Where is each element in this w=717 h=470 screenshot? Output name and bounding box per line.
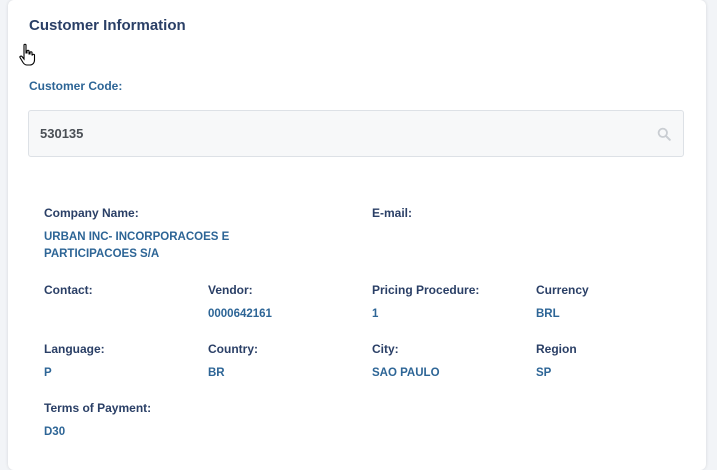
company-name-value: URBAN INC- INCORPORACOES E PARTICIPACOES… [44,229,229,263]
terms-of-payment-label: Terms of Payment: [44,401,152,415]
email-label: E-mail: [372,206,413,220]
customer-information-card: Customer Information Customer Code: Comp… [8,0,706,470]
contact-field: Contact: [44,283,93,306]
region-label: Region [536,342,577,356]
city-label: City: [372,342,399,356]
pricing-procedure-value: 1 [372,308,379,320]
currency-field: Currency BRL [536,283,589,323]
country-value: BR [208,367,225,379]
region-value: SP [536,367,552,379]
country-label: Country: [208,342,258,356]
region-field: Region SP [536,342,577,382]
pricing-procedure-label: Pricing Procedure: [372,283,480,297]
vendor-label: Vendor: [208,283,253,297]
terms-of-payment-field: Terms of Payment: D30 [44,401,151,441]
company-name-label: Company Name: [44,206,139,220]
customer-code-search-field[interactable] [28,110,684,157]
search-icon[interactable] [657,127,671,141]
city-field: City: SAO PAULO [372,342,440,382]
language-label: Language: [44,342,105,356]
vendor-value: 0000642161 [208,308,272,320]
hand-cursor-icon [19,43,36,66]
company-name-value-line1: URBAN INC- INCORPORACOES E [44,231,230,243]
customer-code-input[interactable] [29,111,683,156]
customer-code-label: Customer Code: [29,79,123,93]
city-value: SAO PAULO [372,367,440,379]
language-value: P [44,367,52,379]
card-title: Customer Information [29,17,186,34]
terms-of-payment-value: D30 [44,426,66,438]
currency-label: Currency [536,283,589,297]
contact-label: Contact: [44,283,93,297]
vendor-field: Vendor: 0000642161 [208,283,272,323]
language-field: Language: P [44,342,105,382]
company-name-field: Company Name: URBAN INC- INCORPORACOES E… [44,206,229,263]
country-field: Country: BR [208,342,258,382]
currency-value: BRL [536,308,560,320]
email-field: E-mail: [372,206,412,229]
pricing-procedure-field: Pricing Procedure: 1 [372,283,479,323]
company-name-value-line2: PARTICIPACOES S/A [44,248,160,260]
